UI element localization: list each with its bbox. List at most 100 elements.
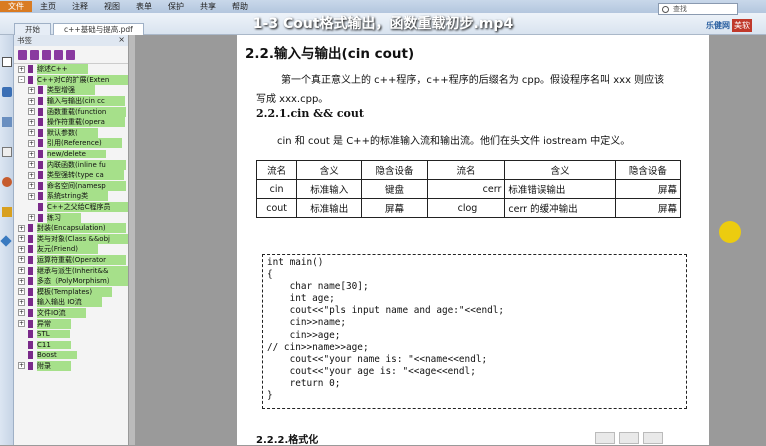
tools-icon[interactable] — [0, 235, 12, 247]
bookmark-item[interactable]: + 类型强转(type ca — [14, 170, 128, 181]
comment-icon[interactable] — [2, 147, 12, 157]
page-icon[interactable] — [2, 57, 12, 67]
bookmark-item[interactable]: - C++对C的扩展(Exten — [14, 74, 128, 86]
bookmark-label: 练习 — [47, 212, 81, 223]
menu-item[interactable]: 文件 — [0, 1, 32, 12]
expand-icon[interactable] — [18, 341, 25, 348]
bookmark-label: 运算符重载(Operator — [37, 254, 127, 265]
bookmark-item[interactable]: + 异常 — [14, 318, 128, 329]
bookmark-item[interactable]: + 命名空间(namesp — [14, 180, 128, 192]
bookmark-item[interactable]: C++之父给C程序员 — [14, 202, 128, 213]
bookmark-flag-icon — [28, 75, 33, 84]
tab[interactable]: 开始 — [14, 23, 51, 35]
prev-page-button[interactable] — [595, 431, 615, 444]
tab[interactable]: c++基础与提高.pdf — [53, 23, 144, 35]
bookmark-tool-icon[interactable] — [42, 49, 51, 60]
bookmark-item[interactable]: + 模板(Templates) — [14, 286, 128, 297]
menu-item[interactable]: 保护 — [160, 1, 192, 12]
expand-icon[interactable]: + — [18, 267, 25, 275]
bookmark-item[interactable]: + 输入与输出(cin cc — [14, 96, 128, 107]
bookmark-item[interactable]: + 操作符重载(opera — [14, 117, 128, 128]
bookmark-item[interactable]: + 继承与派生(Inherit&& — [14, 265, 128, 276]
attachment-icon[interactable] — [2, 177, 12, 187]
bookmark-label: 系统string类 — [47, 191, 109, 202]
bookmark-label: 操作符重载(opera — [47, 117, 125, 128]
menu-item[interactable]: 共享 — [192, 1, 224, 12]
menu-item[interactable]: 帮助 — [224, 1, 256, 12]
bookmark-item[interactable]: + 类型增强 — [14, 85, 128, 96]
bookmark-item[interactable]: C11 — [14, 339, 128, 350]
close-icon[interactable]: × — [118, 35, 125, 44]
expand-icon[interactable]: + — [28, 139, 35, 147]
bookmark-item[interactable]: + 封装(Encapsulation) — [14, 223, 128, 234]
expand-icon[interactable]: + — [18, 309, 25, 317]
bookmark-label: 继承与派生(Inherit&& — [37, 265, 128, 276]
table-cell: 键盘 — [361, 179, 428, 199]
bookmark-item[interactable]: + 文件IO流 — [14, 307, 128, 319]
bookmark-flag-icon — [38, 181, 43, 190]
expand-icon[interactable]: + — [18, 256, 25, 264]
bookmark-item[interactable]: + 内联函数(inline fu — [14, 159, 128, 170]
bookmark-tool-icon[interactable] — [18, 49, 27, 60]
zoom-button[interactable] — [643, 431, 663, 444]
bookmark-item[interactable]: + 输入输出 IO流 — [14, 297, 128, 308]
menu-item[interactable]: 表单 — [128, 1, 160, 12]
bookmark-item[interactable]: + 综述C++ — [14, 64, 128, 75]
expand-icon[interactable]: + — [28, 192, 35, 200]
next-page-button[interactable] — [619, 431, 639, 444]
expand-icon[interactable]: + — [18, 362, 25, 370]
expand-icon[interactable]: + — [28, 97, 35, 105]
expand-icon[interactable]: + — [18, 245, 25, 253]
code-line: int main() — [267, 257, 324, 268]
bookmark-item[interactable]: + 函数重载(function — [14, 106, 128, 117]
bookmark-item[interactable]: + 运算符重载(Operator — [14, 254, 128, 266]
bookmark-item[interactable]: + 默认参数( — [14, 127, 128, 139]
bookmark-item[interactable]: + new/delete — [14, 149, 128, 160]
bookmark-label: 内联函数(inline fu — [47, 159, 126, 170]
bookmark-item[interactable]: + 系统string类 — [14, 191, 128, 202]
bookmark-tool-icon[interactable] — [30, 49, 39, 60]
bookmark-item[interactable]: + 附录 — [14, 360, 128, 372]
bookmark-item[interactable]: + 类与对象(Class &&obj — [14, 233, 128, 245]
bookmark-item[interactable]: Boost — [14, 350, 128, 361]
expand-icon[interactable] — [18, 352, 25, 359]
expand-icon[interactable]: + — [18, 320, 25, 328]
bookmark-tool-icon[interactable] — [66, 49, 75, 60]
vertical-scrollbar[interactable] — [129, 35, 135, 445]
bookmark-item[interactable]: + 友元(Friend) — [14, 244, 128, 255]
table-cell: 隐含设备 — [614, 160, 682, 180]
expand-icon[interactable]: + — [28, 118, 35, 126]
bookmark-item[interactable]: + 练习 — [14, 212, 128, 223]
expand-icon[interactable] — [18, 331, 25, 338]
search-input[interactable]: 查找 — [658, 3, 738, 15]
expand-icon[interactable]: + — [28, 86, 35, 94]
bookmark-item[interactable]: + 引用(Reference) — [14, 138, 128, 149]
bookmark-icon[interactable] — [2, 87, 12, 97]
expand-icon[interactable]: - — [18, 76, 25, 84]
expand-icon[interactable]: + — [18, 298, 25, 306]
menu-item[interactable]: 主页 — [32, 1, 64, 12]
expand-icon[interactable] — [28, 204, 35, 211]
bookmark-flag-icon — [38, 171, 43, 180]
expand-icon[interactable]: + — [18, 235, 25, 243]
code-line: cout<<"your age is: "<<age<<endl; — [267, 365, 476, 377]
bookmark-header: 书签 × — [14, 35, 128, 46]
expand-icon[interactable]: + — [18, 288, 25, 296]
layers-icon[interactable] — [2, 117, 12, 127]
expand-icon[interactable]: + — [18, 224, 25, 232]
expand-icon[interactable]: + — [28, 161, 35, 169]
expand-icon[interactable]: + — [28, 171, 35, 179]
expand-icon[interactable]: + — [28, 129, 35, 137]
bookmark-item[interactable]: + 多态（PolyMorphism） — [14, 276, 128, 287]
menu-item[interactable]: 注释 — [64, 1, 96, 12]
expand-icon[interactable]: + — [28, 150, 35, 158]
expand-icon[interactable]: + — [28, 182, 35, 190]
expand-icon[interactable]: + — [28, 214, 35, 222]
expand-icon[interactable]: + — [18, 65, 25, 73]
lock-icon[interactable] — [2, 207, 12, 217]
expand-icon[interactable]: + — [28, 108, 35, 116]
bookmark-tool-icon[interactable] — [54, 49, 63, 60]
expand-icon[interactable]: + — [18, 277, 25, 285]
menu-item[interactable]: 视图 — [96, 1, 128, 12]
bookmark-item[interactable]: STL — [14, 329, 128, 340]
